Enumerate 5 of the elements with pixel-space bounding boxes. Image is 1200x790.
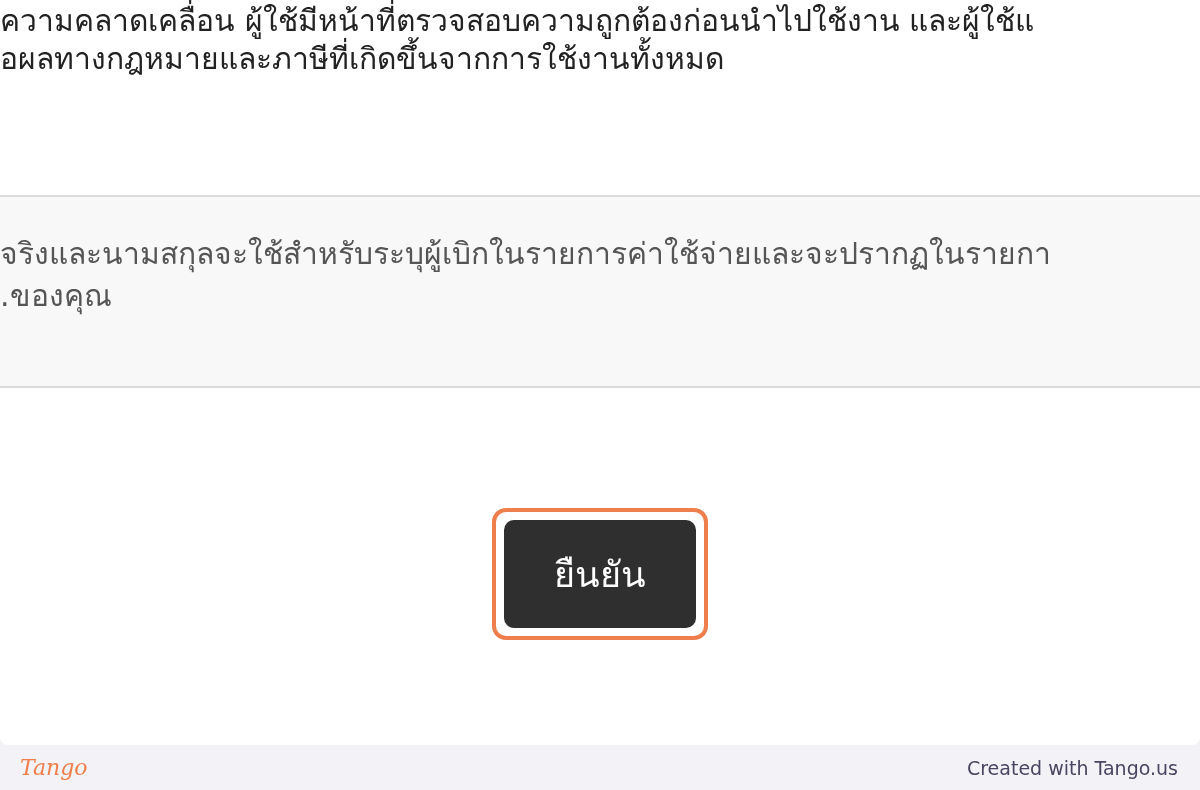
confirm-button[interactable]: ยืนยัน bbox=[504, 520, 696, 628]
disclaimer-text: ความคลาดเคลื่อน ผู้ใช้มีหน้าที่ตรวจสอบความถูกต้องก่อนนำไปใช้งาน และผู้ใช้แ bbox=[0, 2, 1035, 40]
note-text: จริงและนามสกุลจะใช้สำหรับระบุผู้เบิกในรายการค่าใช้จ่ายและจะปรากฏในรายกา bbox=[0, 235, 1051, 273]
credit-text: Created with Tango.us bbox=[966, 756, 1178, 779]
note-text: .ของคุณ bbox=[0, 277, 112, 315]
